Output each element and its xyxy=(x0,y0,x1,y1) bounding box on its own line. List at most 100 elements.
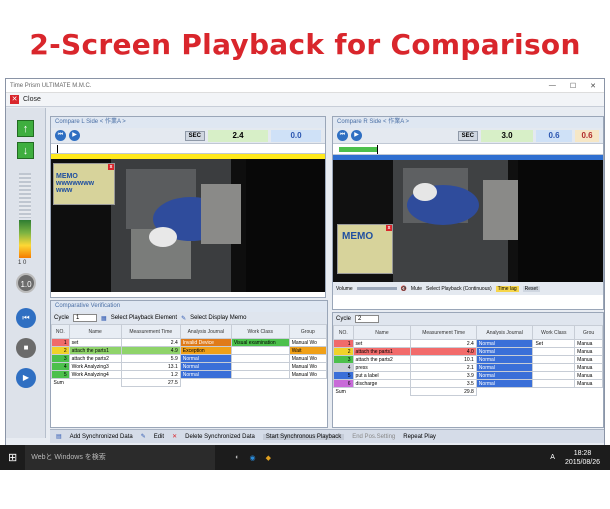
taskbar: ⊞ Webと Windows を検索 ◐ ◉ ◆ A 18:28 2015/08… xyxy=(0,445,610,470)
table-row[interactable]: 4 Work Analyzing3 13.1 Normal Manual Wo xyxy=(51,362,328,371)
row-time: 4.9 xyxy=(120,346,181,355)
row-work-class xyxy=(230,370,290,379)
edit-button[interactable]: Edit xyxy=(154,434,164,440)
minimize-icon[interactable]: — xyxy=(549,82,556,90)
row-number: 5 xyxy=(333,371,354,380)
table-row[interactable]: 5 put a label 3.9 Normal Manua xyxy=(333,371,603,380)
right-prev-button[interactable]: ⏮ xyxy=(337,130,348,141)
row-work-class xyxy=(532,371,576,380)
row-group: Manual Wo xyxy=(288,362,328,371)
right-lag-value: 0.6 xyxy=(575,129,599,142)
row-name: set xyxy=(352,339,412,348)
step-down-button[interactable]: ↓ xyxy=(17,142,34,159)
step-up-button[interactable]: ↑ xyxy=(17,120,34,137)
close-menu-item[interactable]: Close xyxy=(23,96,41,103)
table-row[interactable]: 1 set 2.4 Normal Set Manua xyxy=(333,339,603,348)
clock[interactable]: 18:28 2015/08/26 xyxy=(555,449,610,467)
compare-left-panel: Compare L Side < 作業A > ⏮ ▶ SEC 2.4 0.0 M… xyxy=(50,116,326,298)
stop-button[interactable]: ■ xyxy=(16,338,36,358)
select-memo-button[interactable]: Select Display Memo xyxy=(190,315,246,321)
row-time: 3.9 xyxy=(410,371,477,380)
row-time: 5.9 xyxy=(120,354,181,363)
right-memo-box[interactable]: MEMO x xyxy=(337,224,393,274)
close-icon[interactable]: ✕ xyxy=(10,95,19,104)
column-header: Group xyxy=(288,324,328,339)
row-journal: Normal xyxy=(179,362,232,371)
right-memo-close-icon[interactable]: x xyxy=(386,225,392,231)
table-row[interactable]: 1 set 2.4 Invalid Device Visual examination M… xyxy=(51,338,328,347)
table-row[interactable]: 3 attach the parts2 5.9 Normal Manual Wo xyxy=(51,354,328,363)
right-seek-track[interactable] xyxy=(333,144,603,155)
row-number: 4 xyxy=(333,363,354,372)
select-element-button[interactable]: Select Playback Element xyxy=(111,315,177,321)
left-seek-marker[interactable] xyxy=(57,145,58,153)
rewind-button[interactable]: ⏮ xyxy=(16,308,36,328)
row-journal: Normal xyxy=(179,354,232,363)
table-row[interactable]: 4 press 2.1 Normal Manua xyxy=(333,363,603,372)
sum-row: Sum 27.5 xyxy=(52,378,327,387)
left-seek-track[interactable] xyxy=(51,144,325,154)
table-row[interactable]: 5 Work Analyzing4 1.2 Normal Manual Wo xyxy=(51,370,328,379)
select-element-icon: ▦ xyxy=(101,315,107,322)
mute-label[interactable]: Mute xyxy=(411,286,422,292)
volume-slider[interactable] xyxy=(356,287,397,290)
repeat-play-button[interactable]: Repeat Play xyxy=(403,434,436,440)
left-cycle-select[interactable]: 1 xyxy=(73,314,98,322)
window-close-icon[interactable]: ✕ xyxy=(590,82,596,90)
arrow-down-icon: ↓ xyxy=(22,145,29,157)
windows-start-icon[interactable]: ⊞ xyxy=(0,451,25,464)
row-name: Work Analyzing3 xyxy=(68,362,122,371)
speed-button[interactable]: 1.0 xyxy=(16,273,36,293)
column-header: Work Class xyxy=(230,324,290,339)
mute-icon[interactable]: 🔇 xyxy=(401,286,407,292)
app-icon-2[interactable]: ◉ xyxy=(249,454,255,462)
right-cycle-select[interactable]: 2 xyxy=(355,315,380,323)
column-header: Analysis Journal xyxy=(179,324,232,339)
window-title: Time Prism ULTIMATE M.M.C. xyxy=(10,82,92,89)
select-playback-label[interactable]: Select Playback (Continuous) xyxy=(426,286,492,292)
row-name: attach the parts1 xyxy=(68,346,122,355)
app-window: Time Prism ULTIMATE M.M.C. — ☐ ✕ ✕ Close… xyxy=(5,78,605,470)
clock-time: 18:28 xyxy=(573,449,592,457)
app-icon-3[interactable]: ◆ xyxy=(266,454,271,462)
left-memo-text: MEMO wwwwwww www xyxy=(56,173,95,194)
row-name: attach the parts2 xyxy=(68,354,122,363)
start-sync-button[interactable]: Start Synchronous Playback xyxy=(262,433,345,440)
left-sec-button[interactable]: SEC xyxy=(184,130,205,141)
play-button[interactable]: ▶ xyxy=(16,368,36,388)
column-header: Grou xyxy=(574,325,603,340)
left-table-header: NO. Name Measurement Time Analysis Journal W… xyxy=(51,324,328,339)
taskbar-search[interactable]: Webと Windows を検索 xyxy=(25,445,216,470)
right-seek-marker[interactable] xyxy=(377,145,378,154)
app-icon-1[interactable]: ◐ xyxy=(235,454,239,462)
end-pos-button[interactable]: End Pos.Setting xyxy=(352,434,395,440)
left-memo-close-icon[interactable]: x xyxy=(108,164,114,170)
row-group: Manua xyxy=(574,371,603,380)
left-memo-box[interactable]: MEMO wwwwwww www x xyxy=(53,163,115,205)
maximize-icon[interactable]: ☐ xyxy=(570,82,576,90)
add-sync-button[interactable]: Add Synchronized Data xyxy=(70,434,133,440)
play-icon: ▶ xyxy=(22,373,30,382)
left-next-button[interactable]: ▶ xyxy=(69,130,80,141)
right-video: MEMO x xyxy=(333,160,603,282)
left-prev-button[interactable]: ⏮ xyxy=(55,130,66,141)
row-group: Manua xyxy=(574,379,603,388)
column-header: Measurement Time xyxy=(410,325,477,340)
sum-value: 27.5 xyxy=(120,378,181,387)
table-row[interactable]: 2 attach the parts1 4.9 Exception Wait xyxy=(51,346,328,355)
table-row[interactable]: 2 attach the parts1 4.0 Normal Manua xyxy=(333,347,603,356)
right-sec-button[interactable]: SEC xyxy=(457,130,478,141)
compare-left-title: Compare L Side < 作業A > xyxy=(51,117,325,128)
sum-value: 29.8 xyxy=(410,387,477,396)
row-work-class xyxy=(532,379,576,388)
comparative-right-panel: Cycle 2 NO. Name Measurement Time Analysis … xyxy=(332,312,604,428)
table-row[interactable]: 3 attach the parts2 10.1 Normal Manua xyxy=(333,355,603,364)
reset-button[interactable]: Reset xyxy=(522,285,540,292)
time-lag-button[interactable]: Time lag xyxy=(495,285,519,292)
right-next-button[interactable]: ▶ xyxy=(351,130,362,141)
level-meter[interactable] xyxy=(19,220,31,258)
right-cycle-row: Cycle 2 xyxy=(333,313,603,325)
delete-sync-button[interactable]: Delete Synchronized Data xyxy=(185,434,255,440)
row-group: Manual Wo xyxy=(288,370,328,379)
table-row[interactable]: 6 discharge 3.5 Normal Manua xyxy=(333,379,603,388)
